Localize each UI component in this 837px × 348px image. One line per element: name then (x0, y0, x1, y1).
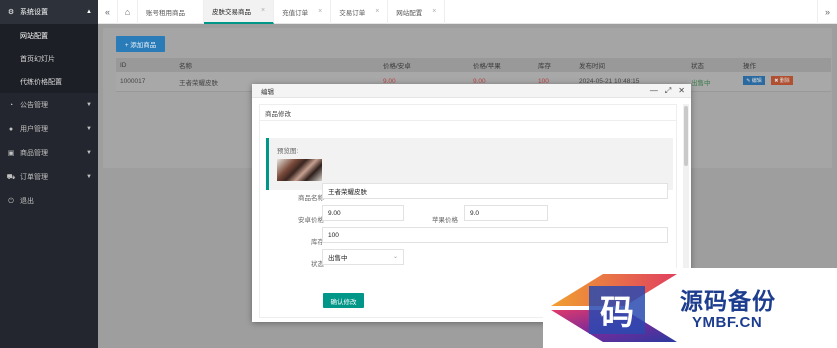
modal-controls: — ⤢ ✕ (650, 86, 691, 96)
maximize-icon[interactable]: ⤢ (665, 86, 671, 96)
watermark: 码 源码备份 YMBF.CN (543, 268, 837, 348)
watermark-text-en: YMBF.CN (692, 314, 763, 331)
cell-name: 王者荣耀皮肤 (179, 79, 218, 87)
gear-icon: ⚙ (7, 8, 15, 16)
sidebar-group-system[interactable]: ⚙ 系统设置 ▲ (0, 0, 98, 24)
tab-label: 网站配置 (396, 9, 423, 17)
sidebar-group-label: 退出 (20, 198, 34, 205)
sidebar-group-products[interactable]: ▣ 商品管理 ▼ (0, 141, 98, 165)
chevron-up-icon: ▲ (86, 9, 92, 15)
apple-price-field[interactable]: 9.0 (464, 205, 548, 221)
watermark-logo-icon: 码 (551, 274, 677, 342)
column-header: 操作 (743, 63, 756, 70)
close-icon[interactable]: × (375, 8, 379, 15)
column-header: 库存 (538, 63, 551, 70)
power-icon: ⏻ (8, 197, 14, 205)
edit-button[interactable]: ✎ 编辑 (743, 76, 765, 85)
modal-header: 编辑 — ⤢ ✕ (252, 84, 691, 98)
add-product-button[interactable]: + 添加商品 (116, 36, 165, 52)
sidebar-group-label: 用户管理 (20, 126, 48, 133)
column-header: 名称 (179, 63, 192, 70)
chevron-down-icon: ▼ (86, 150, 92, 156)
sidebar-group-notice[interactable]: ◔ 公告管理 ▼ (0, 93, 98, 117)
box-icon: ▣ (7, 149, 15, 157)
close-icon[interactable]: × (318, 8, 322, 15)
status-select[interactable]: 出售中 ⌄ (322, 249, 404, 265)
tab-label: 充值订单 (282, 9, 309, 17)
name-label: 商品名称 (298, 195, 324, 202)
sidebar-item-boost-price[interactable]: 代练价格配置 (0, 70, 98, 93)
confirm-edit-button[interactable]: 确认修改 (323, 293, 364, 308)
status-label: 状态 (311, 261, 324, 268)
cell-status: 出售中 (691, 79, 711, 87)
form-subtitle: 商品修改 (260, 105, 676, 121)
preview-image (277, 159, 322, 181)
close-icon[interactable]: × (261, 7, 265, 14)
tab-site-config[interactable]: 网站配置 × (388, 0, 446, 24)
user-icon: ● (8, 125, 14, 133)
minimize-icon[interactable]: — (650, 86, 658, 96)
sidebar: ⚙ 系统设置 ▲ 网站配置 首页幻灯片 代练价格配置 ◔ 公告管理 ▼ ● 用户… (0, 0, 98, 348)
status-select-value: 出售中 (328, 255, 348, 262)
android-price-label: 安卓价格 (298, 217, 324, 224)
tab-skin-products[interactable]: 皮肤交易商品 × (204, 0, 275, 24)
sidebar-item-site-config[interactable]: 网站配置 (0, 24, 98, 47)
android-price-field[interactable]: 9.00 (322, 205, 404, 221)
modal-title: 编辑 (261, 88, 274, 96)
chevron-down-icon: ⌄ (392, 254, 398, 260)
column-header: 价格/安卓 (383, 63, 411, 70)
sidebar-item-home-slides[interactable]: 首页幻灯片 (0, 47, 98, 70)
tab-label: 交易订单 (339, 9, 366, 17)
close-icon[interactable]: ✕ (678, 86, 685, 96)
column-header: ID (120, 61, 127, 69)
cart-icon: ⛟ (6, 173, 16, 181)
stock-field[interactable]: 100 (322, 227, 668, 243)
name-field[interactable]: 王者荣耀皮肤 (322, 183, 668, 199)
column-header: 发布时间 (579, 63, 605, 70)
sidebar-group-label: 商品管理 (20, 150, 48, 157)
sidebar-group-label: 系统设置 (20, 9, 48, 16)
tab-trade-orders[interactable]: 交易订单 × (331, 0, 389, 24)
stock-label: 库存 (311, 239, 324, 246)
apple-price-label: 苹果价格 (432, 217, 458, 224)
close-icon[interactable]: × (432, 8, 436, 15)
tabs-next-button[interactable]: » (817, 0, 837, 24)
preview-label: 预览图: (277, 148, 299, 155)
watermark-logo-char: 码 (600, 293, 634, 333)
tab-recharge-orders[interactable]: 充值订单 × (274, 0, 332, 24)
home-icon[interactable]: ⌂ (118, 0, 138, 24)
sidebar-group-label: 公告管理 (20, 102, 48, 109)
tab-rental-products[interactable]: 账号租用商品 (138, 0, 204, 24)
sidebar-logout[interactable]: ⏻ 退出 (0, 189, 98, 213)
tabs-prev-button[interactable]: « (98, 0, 118, 24)
tab-label: 账号租用商品 (146, 9, 185, 17)
column-header: 状态 (691, 63, 704, 70)
bell-icon: ◔ (8, 101, 14, 109)
tab-bar: « ⌂ 账号租用商品 皮肤交易商品 × 充值订单 × 交易订单 × 网站配置 ×… (98, 0, 837, 24)
sidebar-group-users[interactable]: ● 用户管理 ▼ (0, 117, 98, 141)
scrollbar-thumb[interactable] (684, 106, 688, 166)
chevron-down-icon: ▼ (86, 174, 92, 180)
cell-id: 1000017 (120, 78, 146, 85)
tab-label: 皮肤交易商品 (212, 8, 251, 16)
sidebar-group-orders[interactable]: ⛟ 订单管理 ▼ (0, 165, 98, 189)
delete-button[interactable]: ✖ 删除 (771, 76, 793, 85)
column-header: 价格/苹果 (473, 63, 501, 70)
sidebar-group-label: 订单管理 (20, 174, 48, 181)
chevron-down-icon: ▼ (86, 102, 92, 108)
table-header: ID 名称 价格/安卓 价格/苹果 库存 发布时间 状态 操作 (116, 58, 831, 72)
watermark-text-cn: 源码备份 (680, 288, 776, 315)
sidebar-submenu: 网站配置 首页幻灯片 代练价格配置 (0, 24, 98, 93)
chevron-down-icon: ▼ (86, 126, 92, 132)
